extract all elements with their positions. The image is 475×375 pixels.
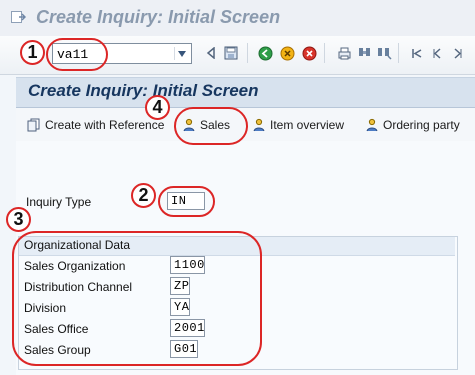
annotation-badge-4: 4: [145, 95, 170, 120]
back-triangle-icon[interactable]: [203, 45, 219, 61]
distribution-channel-value[interactable]: ZP: [174, 279, 189, 293]
toolbar-separator: [324, 43, 325, 63]
green-back-icon[interactable]: [257, 45, 273, 61]
sales-label: Sales: [200, 118, 231, 132]
division-field[interactable]: YA: [170, 298, 190, 316]
sap-window: Create Inquiry: Initial Screen va11 Crea…: [0, 0, 475, 375]
annotation-badge-1: 1: [20, 40, 45, 65]
person-icon: [365, 118, 379, 132]
find-next-icon[interactable]: [376, 45, 392, 61]
find-icon[interactable]: [356, 45, 372, 61]
toolbar-separator: [398, 43, 399, 63]
sales-button[interactable]: Sales: [182, 115, 230, 135]
command-field[interactable]: va11: [52, 43, 192, 64]
first-page-icon[interactable]: [409, 45, 425, 61]
chevron-down-icon[interactable]: [174, 47, 189, 60]
sales-office-value[interactable]: 2001: [174, 321, 205, 335]
sales-office-label: Sales Office: [24, 322, 89, 336]
sales-organization-value[interactable]: 1100: [174, 258, 205, 272]
window-title: Create Inquiry: Initial Screen: [36, 7, 281, 27]
previous-page-icon[interactable]: [429, 45, 445, 61]
annotation-badge-2: 2: [131, 183, 156, 208]
inquiry-type-field[interactable]: IN: [167, 192, 205, 210]
create-with-reference-label: Create with Reference: [45, 118, 165, 132]
command-field-value[interactable]: va11: [57, 47, 88, 62]
next-page-icon[interactable]: [449, 45, 465, 61]
sales-group-value[interactable]: G01: [174, 342, 197, 356]
inquiry-type-label: Inquiry Type: [26, 195, 92, 209]
sales-office-field[interactable]: 2001: [170, 319, 205, 337]
toolbar-separator: [247, 43, 248, 63]
copy-document-icon: [27, 118, 41, 132]
inquiry-type-value[interactable]: IN: [171, 194, 186, 208]
ordering-party-button[interactable]: Ordering party: [365, 115, 460, 135]
division-value[interactable]: YA: [174, 300, 189, 314]
item-overview-button[interactable]: Item overview: [252, 115, 344, 135]
sales-group-label: Sales Group: [24, 343, 91, 357]
sales-organization-label: Sales Organization: [24, 259, 126, 273]
annotation-badge-3: 3: [6, 207, 31, 232]
screen-title: Create Inquiry: Initial Screen: [28, 81, 259, 100]
app-menu-icon[interactable]: [10, 9, 26, 25]
create-with-reference-button[interactable]: Create with Reference: [27, 115, 164, 135]
sales-organization-field[interactable]: 1100: [170, 256, 205, 274]
division-label: Division: [24, 301, 67, 315]
sales-group-field[interactable]: G01: [170, 340, 198, 358]
person-icon: [252, 118, 266, 132]
ordering-party-label: Ordering party: [383, 118, 460, 132]
person-icon: [182, 118, 196, 132]
organizational-data-title: Organizational Data: [24, 238, 131, 252]
distribution-channel-field[interactable]: ZP: [170, 277, 190, 295]
cancel-icon[interactable]: [301, 45, 317, 61]
distribution-channel-label: Distribution Channel: [24, 280, 133, 294]
exit-icon[interactable]: [279, 45, 295, 61]
item-overview-label: Item overview: [270, 118, 345, 132]
save-icon[interactable]: [223, 45, 239, 61]
print-icon[interactable]: [336, 45, 352, 61]
